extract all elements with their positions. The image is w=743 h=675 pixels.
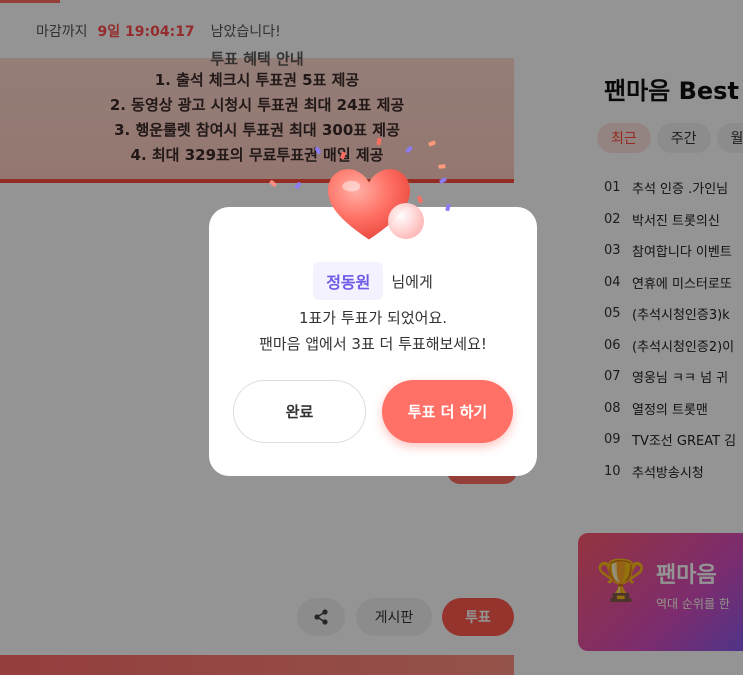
recipient-row: 정동원 님에게 xyxy=(209,262,537,300)
vote-more-button[interactable]: 투표 더 하기 xyxy=(382,380,513,443)
message-line-2: 팬마음 앱에서 3표 더 투표해보세요! xyxy=(259,335,487,353)
bubble-icon xyxy=(388,203,424,239)
message-line-1: 1표가 투표가 되었어요. xyxy=(298,309,448,327)
modal-buttons: 완료 투표 더 하기 xyxy=(233,380,513,444)
recipient-name: 정동원 xyxy=(313,262,384,300)
confetti-icon xyxy=(438,164,446,169)
recipient-suffix: 님에게 xyxy=(391,272,433,291)
done-button[interactable]: 완료 xyxy=(233,380,366,443)
vote-complete-modal: 정동원 님에게 1표가 투표가 되었어요. 팬마음 앱에서 3표 더 투표해보세… xyxy=(209,207,537,476)
modal-message: 1표가 투표가 되었어요. 팬마음 앱에서 3표 더 투표해보세요! xyxy=(209,305,537,357)
